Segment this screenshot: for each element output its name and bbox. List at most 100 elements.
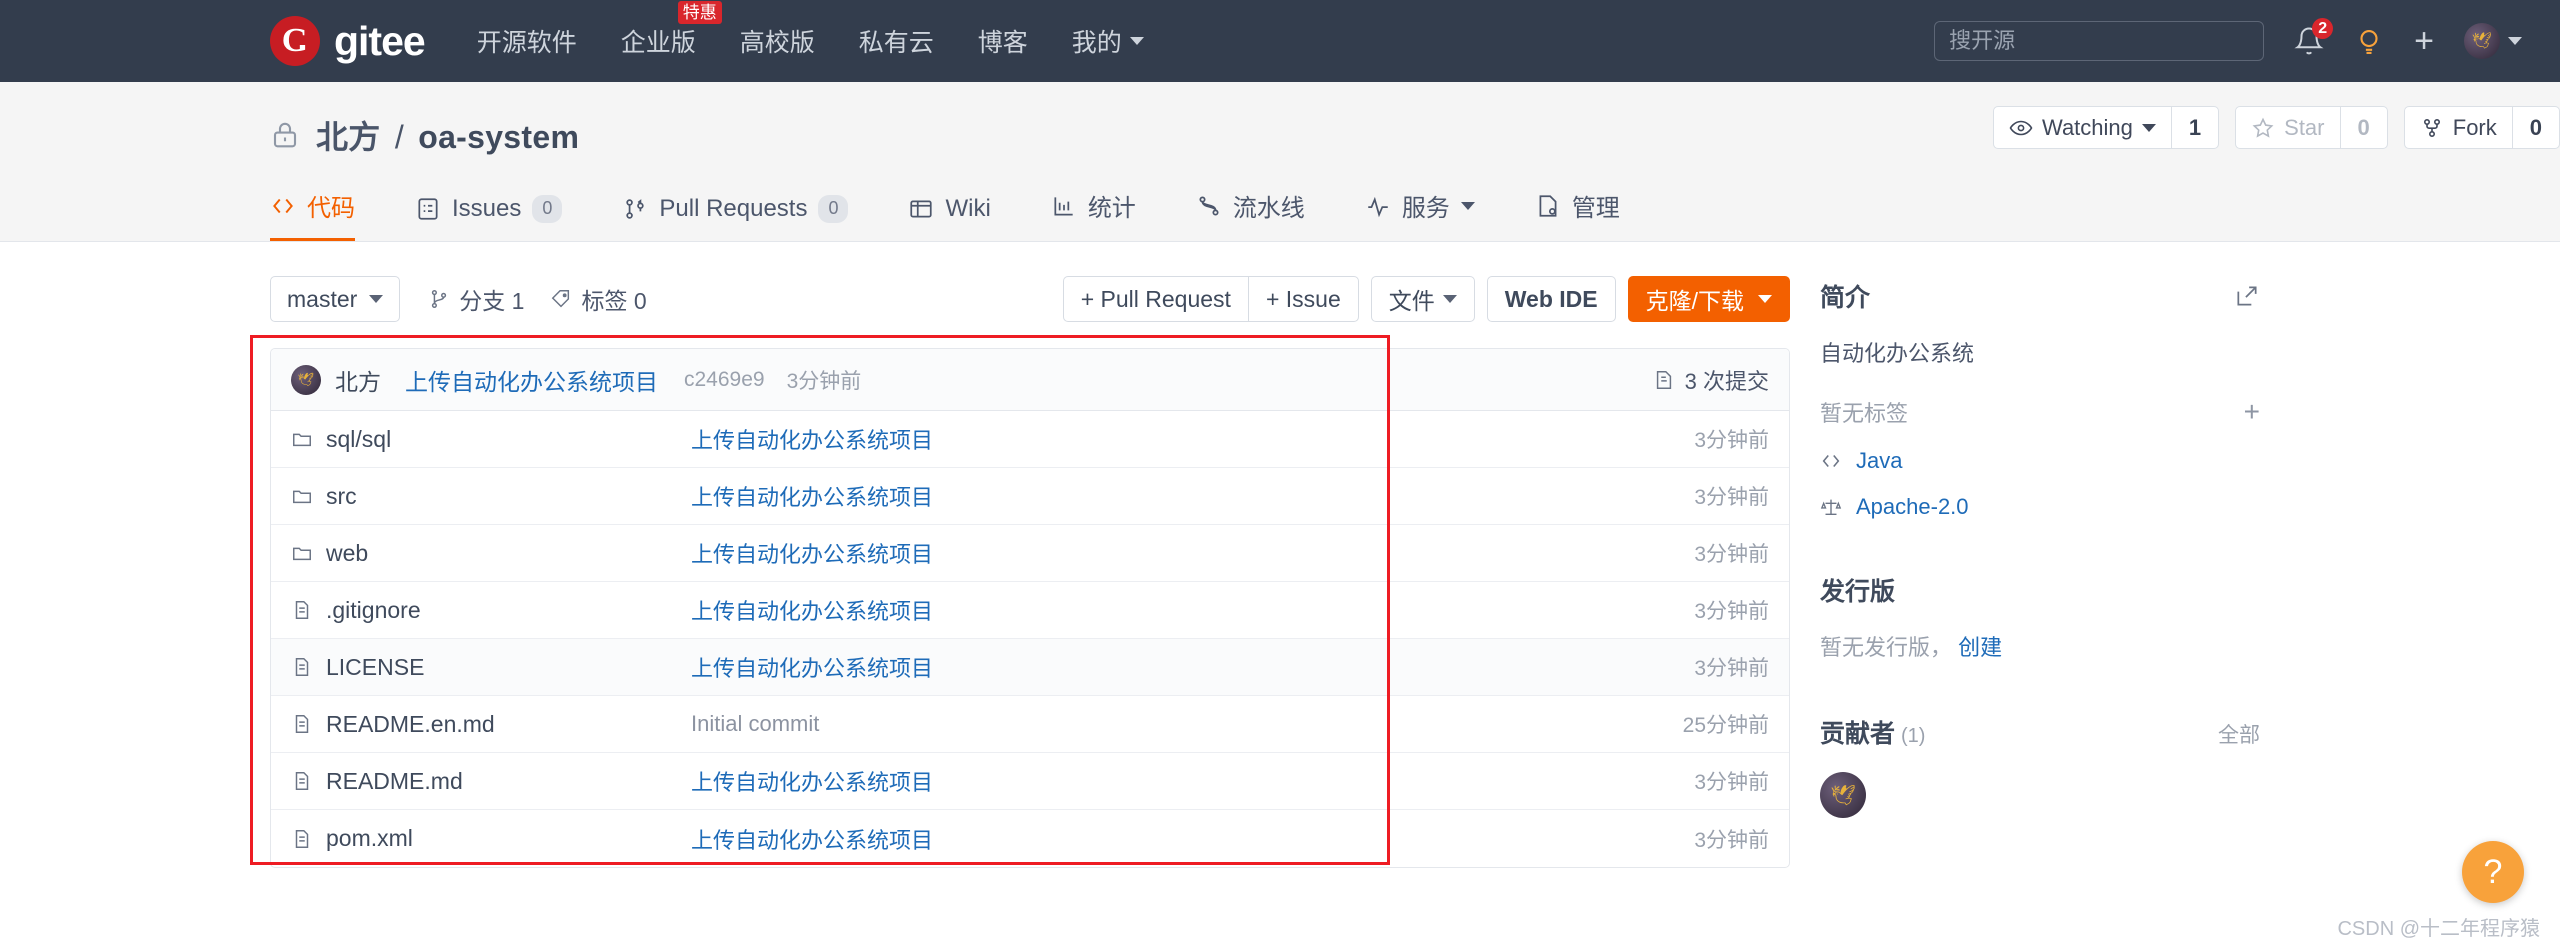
tab-issues[interactable]: Issues 0 [415,195,563,241]
releases-empty-label: 暂无发行版， [1820,635,1953,660]
table-row[interactable]: .gitignore 上传自动化办公系统项目 3分钟前 [271,582,1789,639]
file-commit-message[interactable]: 上传自动化办公系统项目 [691,651,1619,683]
branch-selector[interactable]: master [270,276,401,322]
tab-count: 0 [532,195,563,223]
file-name-cell: .gitignore [291,597,691,624]
tab-pull-requests[interactable]: Pull Requests 0 [622,195,849,241]
gitee-logo[interactable]: G gitee [270,16,426,66]
branch-name: master [287,285,358,312]
search-input[interactable] [1934,21,2265,61]
star-count[interactable]: 0 [2339,107,2387,148]
file-name-link[interactable]: sql/sql [326,426,391,453]
license-row[interactable]: Apache-2.0 [1820,494,2260,520]
repo-owner-link[interactable]: 北方 [316,119,381,155]
contributors-view-all-link[interactable]: 全部 [2218,719,2260,749]
watch-count[interactable]: 1 [2170,107,2218,148]
contributors-header: 贡献者 (1) 全部 [1820,714,2260,750]
file-name-link[interactable]: pom.xml [326,825,413,852]
tab-services[interactable]: 服务 [1365,188,1475,241]
file-name-link[interactable]: src [326,483,357,510]
file-commit-message[interactable]: 上传自动化办公系统项目 [691,594,1619,626]
table-row[interactable]: src 上传自动化办公系统项目 3分钟前 [271,468,1789,525]
tab-code[interactable]: 代码 [270,188,355,241]
tab-label: 代码 [307,195,355,222]
table-row[interactable]: README.en.md Initial commit 25分钟前 [271,696,1789,753]
table-row[interactable]: LICENSE 上传自动化办公系统项目 3分钟前 [271,639,1789,696]
tab-label: 统计 [1087,195,1136,222]
nav-item-education[interactable]: 高校版 [740,23,815,59]
file-commit-time: 3分钟前 [1694,771,1769,794]
create-release-link[interactable]: 创建 [1958,635,2002,660]
commit-author[interactable]: 北方 [335,363,381,397]
watermark-text: CSDN @十二年程序猿 [2337,918,2540,940]
file-commit-message[interactable]: 上传自动化办公系统项目 [691,480,1619,512]
nav-item-private-cloud[interactable]: 私有云 [859,23,934,59]
language-label: Java [1856,448,1903,473]
file-name-link[interactable]: .gitignore [326,597,421,624]
star-button[interactable]: Star [2236,107,2339,148]
notifications-button[interactable]: 2 [2294,18,2334,56]
tags-row: 暂无标签 + [1820,396,2260,428]
file-name-link[interactable]: README.en.md [326,711,495,738]
contributors-title-label: 贡献者 [1820,720,1896,748]
nav-item-mine[interactable]: 我的 [1072,23,1144,59]
commit-sha[interactable]: c2469e9 [684,368,765,392]
edit-icon[interactable] [2234,283,2260,309]
tab-wiki[interactable]: Wiki [908,195,991,241]
clone-download-button[interactable]: 克隆/下载 [1627,276,1790,322]
contributor-avatar[interactable] [1820,772,1866,818]
language-row[interactable]: Java [1820,448,2260,474]
tab-statistics[interactable]: 统计 [1051,188,1136,241]
user-menu-button[interactable] [2464,23,2522,59]
fork-button[interactable]: Fork [2405,107,2512,148]
nav-item-opensource[interactable]: 开源软件 [477,23,577,59]
new-pull-request-button[interactable]: + Pull Request [1062,276,1248,322]
add-tag-button[interactable]: + [2244,396,2260,428]
file-browser: 北方 上传自动化办公系统项目 c2469e9 3分钟前 3 次提交 sql/sq… [270,348,1790,868]
files-menu-label: 文件 [1388,288,1435,314]
tab-label: 服务 [1401,195,1450,222]
releases-title: 发行版 [1820,578,1896,606]
commits-count-link[interactable]: 3 次提交 [1653,364,1769,396]
tab-pipeline[interactable]: 流水线 [1196,188,1305,241]
file-commit-message[interactable]: 上传自动化办公系统项目 [691,423,1619,455]
nav-item-enterprise[interactable]: 企业版 特惠 [620,1,722,59]
branches-link[interactable]: 分支 1 [428,282,524,316]
file-commit-message[interactable]: 上传自动化办公系统项目 [691,765,1619,797]
table-row[interactable]: web 上传自动化办公系统项目 3分钟前 [271,525,1789,582]
table-row[interactable]: pom.xml 上传自动化办公系统项目 3分钟前 [271,810,1789,867]
tab-label: Pull Requests [659,195,808,222]
tags-link[interactable]: 标签 0 [550,282,647,316]
file-commit-message[interactable]: 上传自动化办公系统项目 [691,537,1619,569]
toolbar-right-buttons: + Pull Request + Issue 文件 Web IDE 克隆/下载 [1062,276,1790,322]
web-ide-button[interactable]: Web IDE [1486,276,1616,322]
table-row[interactable]: README.md 上传自动化办公系统项目 3分钟前 [271,753,1789,810]
fork-count[interactable]: 0 [2511,107,2559,148]
repository-sidebar: 简介 自动化办公系统 暂无标签 + Java Apache-2.0 发行版 暂无… [1790,242,2260,868]
nav-item-label: 企业版 [620,29,696,57]
file-commit-message[interactable]: Initial commit [691,711,1619,737]
main-column: master 分支 1 标签 0 + Pull Request + Issue … [250,242,1790,868]
issue-icon [418,198,438,220]
fork-icon [2423,118,2440,137]
file-commit-time: 25分钟前 [1682,714,1769,737]
star-button-group: Star 0 [2235,106,2388,149]
tab-manage[interactable]: 管理 [1535,188,1620,241]
help-button[interactable]: ? [2462,841,2524,903]
feedback-button[interactable] [2354,26,2384,56]
watch-button[interactable]: Watching [1994,107,2171,148]
new-issue-button[interactable]: + Issue [1247,276,1359,322]
file-name-link[interactable]: LICENSE [326,654,424,681]
commit-time: 3分钟前 [786,369,862,393]
file-name-link[interactable]: README.md [326,768,463,795]
commit-message[interactable]: 上传自动化办公系统项目 [405,363,658,397]
table-row[interactable]: sql/sql 上传自动化办公系统项目 3分钟前 [271,411,1789,468]
tab-label: Wiki [945,195,991,222]
file-commit-message[interactable]: 上传自动化办公系统项目 [691,823,1619,855]
file-name-link[interactable]: web [326,540,368,567]
files-menu-button[interactable]: 文件 [1370,276,1475,322]
nav-item-blog[interactable]: 博客 [978,23,1028,59]
branches-label: 分支 1 [459,288,525,314]
repo-name-link[interactable]: oa-system [418,119,579,155]
create-new-button[interactable]: + [2414,24,2434,58]
